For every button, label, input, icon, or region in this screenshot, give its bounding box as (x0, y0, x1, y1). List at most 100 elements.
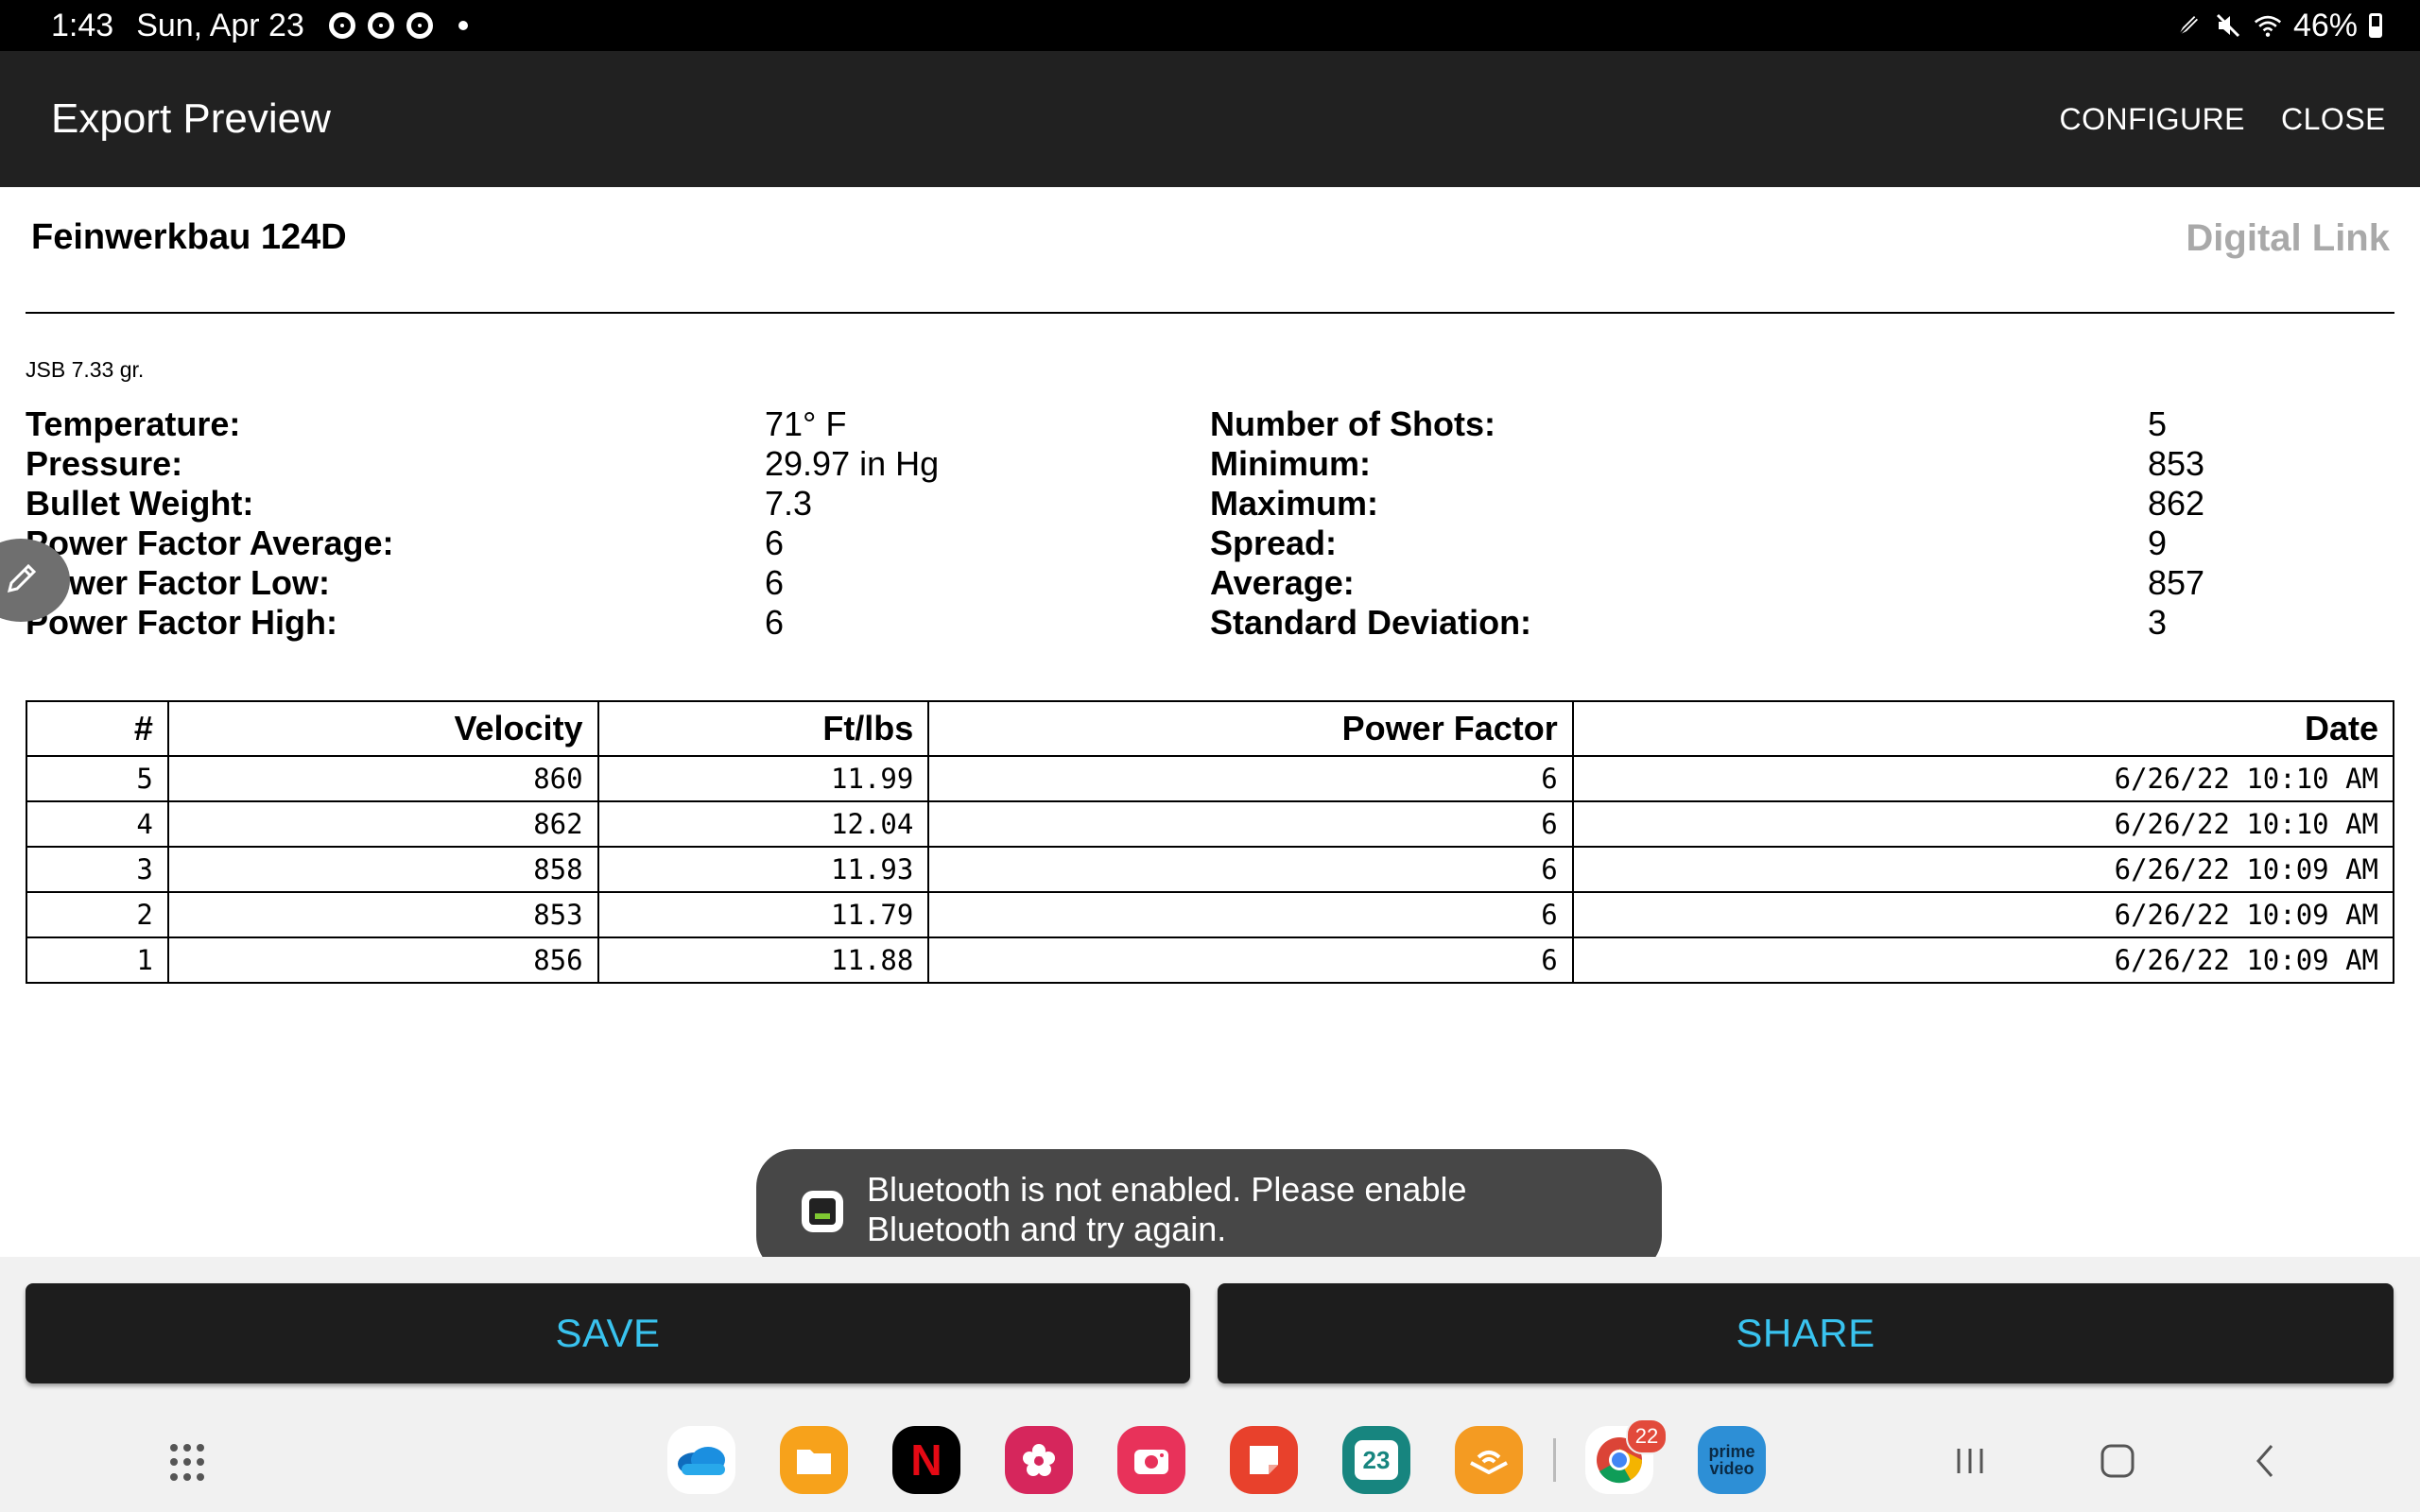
toast-line: Bluetooth and try again. (867, 1210, 1227, 1248)
conditions-stats: Temperature: 71° F Pressure: 29.97 in Hg B… (26, 404, 1160, 643)
stat-value: 857 (2148, 563, 2205, 602)
cell-number: 2 (26, 891, 169, 938)
stat-value: 6 (765, 563, 785, 602)
cell-number: 4 (26, 800, 169, 848)
audible-icon[interactable] (1455, 1426, 1523, 1494)
stat-row: Average: 857 (1210, 563, 2344, 603)
my-files-icon[interactable] (780, 1426, 848, 1494)
prime-video-icon[interactable]: prime video (1698, 1426, 1766, 1494)
column-header-number: # (26, 700, 169, 757)
back-button[interactable] (2237, 1435, 2293, 1487)
camera-app-icon[interactable] (1117, 1426, 1185, 1494)
stat-row: Power Factor Low: 6 (26, 563, 1160, 603)
app-bar: Export Preview CONFIGURE CLOSE (0, 51, 2420, 187)
cell-date: 6/26/22 10:09 AM (1571, 846, 2395, 893)
stat-row: Temperature: 71° F (26, 404, 1160, 444)
table-row: 3 858 11.93 6 6/26/22 10:09 AM (26, 846, 2395, 893)
toast-message: Bluetooth is not enabled. Please enable … (867, 1170, 1623, 1249)
close-button[interactable]: CLOSE (2281, 102, 2386, 137)
stat-row: Maximum: 862 (1210, 484, 2344, 524)
stat-label: Pressure: (26, 444, 183, 483)
notes-app-icon[interactable] (1230, 1426, 1298, 1494)
cell-number: 1 (26, 936, 169, 984)
calendar-date: 23 (1355, 1440, 1398, 1480)
stat-value: 7.3 (765, 484, 813, 523)
chrome-notification-icon (367, 12, 394, 39)
more-notifications-dot (458, 21, 468, 30)
column-header-velocity: Velocity (166, 700, 599, 757)
home-button[interactable] (2089, 1435, 2146, 1487)
cell-velocity: 860 (166, 755, 599, 802)
status-bar: 1:43 Sun, Apr 23 46% (0, 0, 2420, 51)
stat-value: 6 (765, 524, 785, 562)
stat-label: Bullet Weight: (26, 484, 254, 523)
table-row: 5 860 11.99 6 6/26/22 10:10 AM (26, 755, 2395, 802)
header-divider (26, 312, 2394, 314)
stat-value: 3 (2148, 603, 2168, 642)
calendar-icon[interactable]: 23 (1342, 1426, 1410, 1494)
stat-label: Power Factor High: (26, 603, 338, 642)
table-row: 4 862 12.04 6 6/26/22 10:10 AM (26, 800, 2395, 848)
save-button[interactable]: SAVE (26, 1283, 1190, 1383)
cell-date: 6/26/22 10:09 AM (1571, 891, 2395, 938)
pencil-icon (6, 562, 38, 599)
app-icon (802, 1191, 843, 1232)
cell-energy: 11.99 (596, 755, 930, 802)
report-title: Feinwerkbau 124D (31, 217, 347, 257)
blossom-app-icon[interactable] (1005, 1426, 1073, 1494)
onedrive-icon[interactable] (667, 1426, 735, 1494)
toast-line: Bluetooth is not enabled. Please enable (867, 1170, 1467, 1209)
stat-label: Standard Deviation: (1210, 603, 1532, 642)
cell-number: 3 (26, 846, 169, 893)
stat-label: Spread: (1210, 524, 1338, 562)
notification-badge: 22 (1626, 1418, 1668, 1454)
stat-row: Power Factor Average: 6 (26, 524, 1160, 563)
battery-icon (2369, 13, 2382, 38)
brand-label: Digital Link (2186, 217, 2390, 259)
battery-percent: 46% (2292, 7, 2358, 43)
cell-velocity: 862 (166, 800, 599, 848)
cell-power-factor: 6 (927, 936, 1574, 984)
cell-energy: 12.04 (596, 800, 930, 848)
stat-row: Number of Shots: 5 (1210, 404, 2344, 444)
cell-power-factor: 6 (927, 755, 1574, 802)
cell-energy: 11.88 (596, 936, 930, 984)
app-drawer-icon[interactable] (170, 1444, 208, 1482)
stat-value: 5 (2148, 404, 2168, 443)
column-header-energy: Ft/lbs (596, 700, 930, 757)
chrome-notification-icon (406, 12, 433, 39)
column-header-power-factor: Power Factor (927, 700, 1574, 757)
chrome-notification-icon (328, 12, 355, 39)
pen-icon (2174, 11, 2203, 40)
stat-value: 853 (2148, 444, 2205, 483)
cell-power-factor: 6 (927, 891, 1574, 938)
cell-energy: 11.93 (596, 846, 930, 893)
wifi-icon (2254, 11, 2282, 40)
stat-label: Temperature: (26, 404, 241, 443)
stat-row: Power Factor High: 6 (26, 603, 1160, 643)
stat-value: 6 (765, 603, 785, 642)
stat-label: Maximum: (1210, 484, 1379, 523)
recent-apps-button[interactable] (1942, 1435, 1998, 1487)
mute-icon (2214, 11, 2242, 40)
shot-summary-stats: Number of Shots: 5 Minimum: 853 Maximum: 86… (1210, 404, 2344, 643)
netflix-icon[interactable]: N (892, 1426, 960, 1494)
cell-energy: 11.79 (596, 891, 930, 938)
cell-velocity: 853 (166, 891, 599, 938)
cell-power-factor: 6 (927, 846, 1574, 893)
stat-value: 9 (2148, 524, 2168, 562)
table-header-row: # Velocity Ft/lbs Power Factor Date (26, 700, 2395, 757)
cell-date: 6/26/22 10:10 AM (1571, 800, 2395, 848)
shot-table: # Velocity Ft/lbs Power Factor Date 5 86… (26, 700, 2395, 984)
cell-date: 6/26/22 10:10 AM (1571, 755, 2395, 802)
table-row: 2 853 11.79 6 6/26/22 10:09 AM (26, 891, 2395, 938)
cell-velocity: 856 (166, 936, 599, 984)
stat-row: Pressure: 29.97 in Hg (26, 444, 1160, 484)
cell-velocity: 858 (166, 846, 599, 893)
share-button[interactable]: SHARE (1218, 1283, 2394, 1383)
prime-video-label: prime video (1708, 1442, 1755, 1478)
stat-value: 862 (2148, 484, 2205, 523)
configure-button[interactable]: CONFIGURE (2060, 102, 2246, 137)
stat-row: Minimum: 853 (1210, 444, 2344, 484)
table-row: 1 856 11.88 6 6/26/22 10:09 AM (26, 936, 2395, 984)
